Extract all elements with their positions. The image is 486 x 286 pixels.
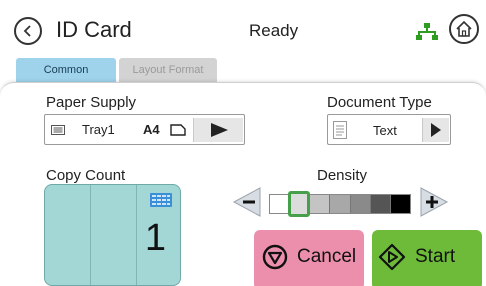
plus-icon <box>420 187 449 217</box>
copy-count-value: 1 <box>144 217 166 259</box>
document-type-value: Text <box>373 123 397 138</box>
paper-tray-icon <box>51 125 65 135</box>
back-arrow-icon <box>23 25 31 37</box>
paper-supply-label: Paper Supply <box>46 94 137 111</box>
start-label: Start <box>415 246 456 267</box>
cancel-button[interactable]: Cancel <box>254 230 364 286</box>
document-type-arrow-button[interactable] <box>422 118 449 142</box>
start-button[interactable]: Start <box>372 230 482 286</box>
density-cell[interactable] <box>390 195 410 213</box>
paper-orientation-icon <box>170 124 186 136</box>
paper-supply-selector[interactable]: Tray1 A4 <box>44 114 245 145</box>
keypad-icon[interactable] <box>150 193 172 207</box>
divider <box>136 185 137 285</box>
density-cell[interactable] <box>270 195 291 213</box>
minus-icon <box>232 187 261 217</box>
stop-icon <box>262 244 288 270</box>
start-icon <box>378 243 406 271</box>
density-cell[interactable] <box>370 195 391 213</box>
status-text: Ready <box>249 21 299 40</box>
back-button[interactable] <box>14 17 42 45</box>
home-icon <box>456 20 472 37</box>
density-marker[interactable] <box>288 191 311 217</box>
paper-tray-value: Tray1 <box>82 122 115 137</box>
document-type-label: Document Type <box>327 94 432 111</box>
divider <box>90 185 91 285</box>
density-increase-button[interactable] <box>419 186 449 218</box>
network-icon <box>416 23 438 40</box>
density-label: Density <box>317 167 368 184</box>
paper-supply-arrow-button[interactable] <box>193 118 243 142</box>
density-cell[interactable] <box>310 195 331 213</box>
top-bar: ID Card Ready <box>0 0 486 54</box>
tab-layout-format[interactable]: Layout Format <box>119 58 217 82</box>
page-title: ID Card <box>56 17 132 42</box>
document-type-selector[interactable]: Text <box>327 114 451 145</box>
copy-count-field[interactable]: 1 <box>44 184 181 286</box>
home-button[interactable] <box>449 14 479 44</box>
play-arrow-icon <box>431 123 441 137</box>
cancel-label: Cancel <box>297 246 357 267</box>
copy-count-label: Copy Count <box>46 167 126 184</box>
text-document-icon <box>333 121 347 139</box>
tab-common[interactable]: Common <box>16 58 116 82</box>
density-decrease-button[interactable] <box>232 186 262 218</box>
density-cell[interactable] <box>350 195 371 213</box>
density-cell[interactable] <box>330 195 351 213</box>
paper-size-value: A4 <box>143 122 160 137</box>
play-arrow-icon <box>210 123 228 137</box>
